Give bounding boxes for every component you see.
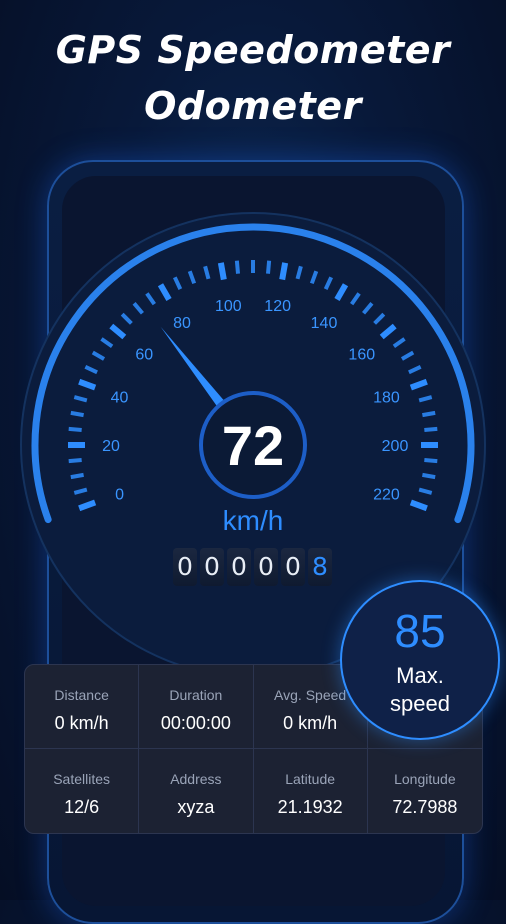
max-speed-label: Max. speed bbox=[390, 663, 450, 716]
odometer-digit: 0 bbox=[254, 548, 278, 586]
stat-label: Distance bbox=[54, 687, 109, 703]
stat-label: Address bbox=[170, 771, 222, 787]
current-speed: 72 bbox=[221, 414, 285, 477]
dial-tick-label: 160 bbox=[348, 347, 375, 364]
dial-tick-label: 40 bbox=[111, 389, 129, 406]
stat-value: 0 km/h bbox=[54, 713, 109, 733]
speed-unit: km/h bbox=[222, 505, 284, 536]
stat-latitude: Latitude 21.1932 bbox=[254, 749, 368, 833]
max-speed-value: 85 bbox=[394, 605, 446, 657]
stat-value: 00:00:00 bbox=[160, 713, 231, 733]
stat-longitude: Longitude 72.7988 bbox=[368, 749, 482, 833]
stat-distance: Distance 0 km/h bbox=[25, 665, 140, 749]
dial-tick bbox=[424, 457, 438, 464]
dial-tick bbox=[279, 262, 289, 281]
stat-satellites: Satellites 12/6 bbox=[25, 749, 140, 833]
stat-label: Latitude bbox=[285, 771, 336, 787]
stat-label: Duration bbox=[169, 687, 223, 703]
dial-tick-label: 20 bbox=[102, 438, 120, 455]
dial-tick bbox=[217, 262, 227, 281]
max-speed-badge: 85 Max. speed bbox=[340, 580, 500, 740]
dial-tick bbox=[68, 457, 82, 464]
odometer-digit: 0 bbox=[173, 548, 197, 586]
stat-value: 12/6 bbox=[64, 797, 100, 817]
stat-duration: Duration 00:00:00 bbox=[139, 665, 254, 749]
dial-tick bbox=[265, 260, 272, 274]
dial-tick-label: 120 bbox=[264, 298, 291, 315]
odometer-digit: 0 bbox=[200, 548, 224, 586]
odometer-digit: 0 bbox=[281, 548, 305, 586]
dial-tick bbox=[68, 426, 82, 433]
stat-label: Longitude bbox=[394, 771, 456, 787]
dial-tick bbox=[234, 260, 241, 274]
dial-tick-label: 80 bbox=[173, 315, 191, 332]
stat-address: Address xyza bbox=[139, 749, 254, 833]
stat-value: xyza bbox=[177, 797, 215, 817]
dial-tick bbox=[422, 472, 436, 480]
stat-value: 21.1932 bbox=[277, 797, 343, 817]
dial-tick-label: 60 bbox=[135, 347, 153, 364]
stat-value: 72.7988 bbox=[392, 797, 458, 817]
dial-tick-label: 140 bbox=[311, 315, 338, 332]
dial-tick-label: 0 bbox=[115, 487, 124, 504]
dial-tick bbox=[70, 472, 84, 480]
dial-tick bbox=[424, 426, 438, 433]
dial-tick bbox=[422, 410, 436, 418]
odometer-digit: 0 bbox=[227, 548, 251, 586]
dial-tick-label: 180 bbox=[373, 389, 400, 406]
stat-label: Satellites bbox=[53, 771, 111, 787]
dial-tick-label: 200 bbox=[382, 438, 409, 455]
dial-tick bbox=[70, 410, 84, 418]
dial-tick-label: 100 bbox=[215, 298, 242, 315]
odometer-digit: 8 bbox=[308, 548, 332, 586]
dial-tick-label: 220 bbox=[373, 487, 400, 504]
odometer: 0 0 0 0 0 8 bbox=[173, 548, 332, 586]
